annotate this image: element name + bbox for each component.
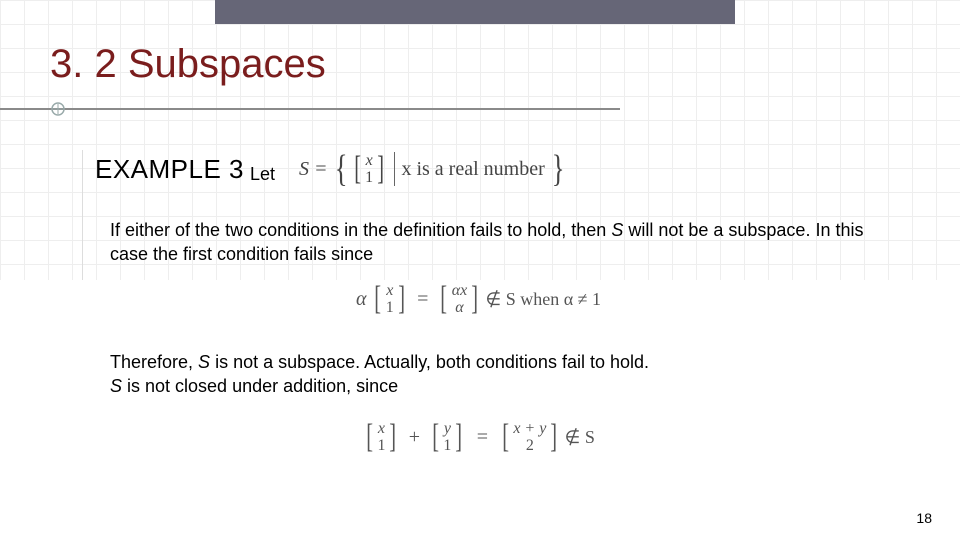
p2-text-b: is not a subspace. Actually, both condit…	[210, 352, 649, 372]
m1-vec2-top: αx	[452, 282, 468, 299]
paragraph-2: Therefore, S is not a subspace. Actually…	[110, 350, 880, 398]
math-expr-2: [ x 1 ] + [ y 1 ] = [ x + y 2 ] ∉ S	[0, 420, 960, 454]
p2-S2: S	[110, 376, 122, 396]
m1-eq: =	[417, 288, 428, 311]
example-label: EXAMPLE 3	[95, 154, 244, 185]
p2-S1: S	[198, 352, 210, 372]
bracket-left-icon: [	[366, 420, 373, 454]
brace-left-icon: {	[334, 150, 347, 188]
bracket-left-icon: [	[441, 282, 448, 316]
bracket-left-icon: [	[375, 282, 382, 316]
m2-vec1-top: x	[378, 420, 385, 437]
m2-eq: =	[477, 426, 488, 449]
vector-x-1: [ x 1 ]	[352, 152, 387, 186]
bracket-right-icon: ]	[398, 282, 405, 316]
page-number: 18	[916, 510, 932, 526]
vector-m2-b: [ y 1 ]	[430, 420, 465, 454]
bracket-right-icon: ]	[471, 282, 478, 316]
bracket-right-icon: ]	[551, 420, 558, 454]
m2-vec3-top: x + y	[513, 420, 546, 437]
m1-vec2-bot: α	[455, 299, 463, 316]
m1-tail: ∉ S when α ≠ 1	[486, 289, 602, 310]
bullet-icon	[50, 101, 66, 117]
p2-text-a: Therefore,	[110, 352, 198, 372]
bracket-left-icon: [	[354, 152, 361, 186]
bracket-right-icon: ]	[456, 420, 463, 454]
let-word: Let	[250, 164, 275, 185]
brace-right-icon: }	[551, 150, 564, 188]
m2-vec3-bot: 2	[526, 437, 534, 454]
top-banner	[215, 0, 735, 24]
m2-tail: ∉ S	[565, 427, 595, 448]
p2-text-c: is not closed under addition, since	[122, 376, 398, 396]
m2-vec1-bot: 1	[377, 437, 385, 454]
m1-vec1-top: x	[386, 282, 393, 299]
bracket-left-icon: [	[432, 420, 439, 454]
vector-m2-a: [ x 1 ]	[364, 420, 399, 454]
bracket-right-icon: ]	[377, 152, 384, 186]
p1-S: S	[611, 220, 623, 240]
vector-m1-right: [ αx α ]	[438, 282, 480, 316]
m2-vec2-top: y	[444, 420, 451, 437]
p1-text-a: If either of the two conditions in the d…	[110, 220, 611, 240]
set-divider-icon	[394, 152, 395, 186]
slide-title: 3. 2 Subspaces	[50, 42, 326, 87]
m1-vec1-bot: 1	[386, 299, 394, 316]
vector-m1-left: [ x 1 ]	[372, 282, 407, 316]
vector-m2-c: [ x + y 2 ]	[500, 420, 560, 454]
title-underline	[0, 108, 620, 110]
vec-bot: 1	[365, 169, 373, 186]
vec-top: x	[366, 152, 373, 169]
paragraph-1: If either of the two conditions in the d…	[110, 218, 880, 266]
m2-vec2-bot: 1	[443, 437, 451, 454]
math-expr-1: α [ x 1 ] = [ αx α ] ∉ S when α ≠ 1	[0, 282, 960, 316]
s-equals: S =	[299, 158, 328, 181]
example-heading-row: EXAMPLE 3 Let S = { [ x 1 ] x is a real …	[95, 150, 567, 188]
m2-plus: +	[409, 426, 420, 449]
alpha-1: α	[356, 288, 367, 311]
bracket-right-icon: ]	[390, 420, 397, 454]
bracket-left-icon: [	[502, 420, 509, 454]
set-definition: S = { [ x 1 ] x is a real number }	[299, 150, 567, 188]
set-condition: x is a real number	[401, 158, 544, 181]
side-guide-line	[82, 150, 83, 280]
